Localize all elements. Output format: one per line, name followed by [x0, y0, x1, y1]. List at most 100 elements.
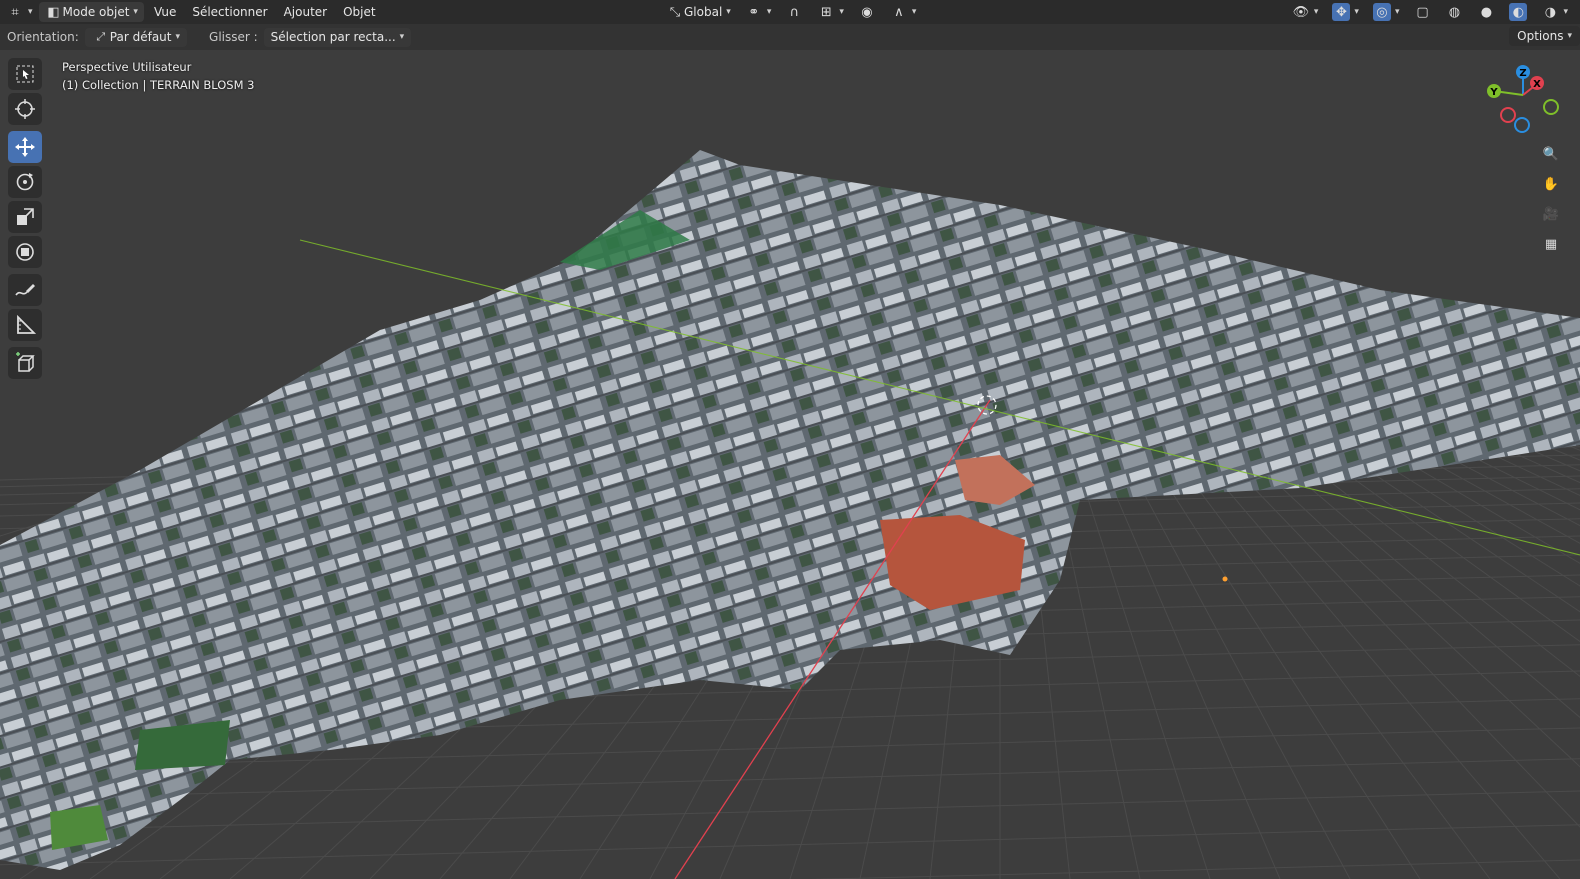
gizmo-toggle[interactable]: ✥ ▾ — [1326, 2, 1365, 22]
transform-tool[interactable] — [8, 236, 42, 268]
viewport-header: ⌗ ▾ ◧ Mode objet ▾ Vue Sélectionner Ajout… — [0, 0, 1580, 24]
drag-mode-dropdown[interactable]: Sélection par recta... ▾ — [263, 27, 412, 47]
cursor-icon — [15, 99, 35, 119]
snap-toggle[interactable]: ∩ — [779, 2, 809, 22]
shading-wireframe-button[interactable]: ◍ — [1439, 2, 1469, 22]
move-arrows-icon — [15, 137, 35, 157]
magnet-icon: ∩ — [789, 4, 800, 20]
chevron-down-icon: ▾ — [1313, 7, 1319, 17]
chevron-down-icon: ▾ — [28, 7, 33, 17]
wireframe-sphere-icon: ◍ — [1448, 4, 1461, 20]
gizmo-neg-z-axis[interactable] — [1514, 117, 1530, 133]
chevron-down-icon: ▾ — [1394, 7, 1400, 17]
gizmo-y-label: Y — [1489, 87, 1498, 98]
3d-viewport[interactable]: ⌗ ▾ ◧ Mode objet ▾ Vue Sélectionner Ajout… — [0, 0, 1580, 879]
camera-view-button[interactable]: 🎥 — [1538, 201, 1564, 227]
shading-rendered-button[interactable]: ◑ ▾ — [1535, 2, 1574, 22]
move-tool[interactable] — [8, 131, 42, 163]
select-box-tool[interactable] — [8, 58, 42, 90]
scene-canvas — [0, 150, 1580, 879]
transform-orientation-dropdown[interactable]: ⤡ Global ▾ — [660, 2, 737, 22]
proportional-edit-toggle[interactable]: ◉ — [852, 2, 882, 22]
pivot-icon: ⚭ — [748, 4, 760, 20]
object-mode-icon: ◧ — [47, 4, 60, 20]
menu-objet[interactable]: Objet — [337, 2, 381, 22]
perspective-toggle-button[interactable]: ▦ — [1538, 231, 1564, 257]
chevron-down-icon: ▾ — [399, 32, 405, 42]
overlay-toggle[interactable]: ◎ ▾ — [1367, 2, 1406, 22]
options-label: Options — [1517, 29, 1564, 43]
mode-selector[interactable]: ◧ Mode objet ▾ — [38, 2, 144, 22]
orientation-settings-label: Orientation: — [7, 30, 79, 44]
grid-perspective-icon: ▦ — [1544, 236, 1558, 252]
scale-icon — [17, 208, 34, 225]
proportional-edit-icon: ◉ — [861, 4, 873, 20]
zoom-button[interactable]: 🔍 — [1538, 141, 1564, 167]
add-cube-tool[interactable] — [8, 347, 42, 379]
add-cube-icon — [16, 352, 35, 372]
orientation-default-value: Par défaut — [109, 30, 172, 44]
ruler-icon — [17, 314, 36, 334]
xray-toggle[interactable]: ▢ — [1407, 2, 1437, 22]
solid-sphere-icon: ● — [1480, 4, 1493, 20]
menu-vue[interactable]: Vue — [148, 2, 182, 22]
menu-ajouter[interactable]: Ajouter — [278, 2, 334, 22]
snap-increment-icon: ⊞ — [820, 4, 832, 20]
shading-solid-button[interactable]: ● — [1471, 2, 1501, 22]
measure-tool[interactable] — [8, 309, 42, 341]
xray-icon: ▢ — [1416, 4, 1429, 20]
pencil-icon — [15, 284, 35, 296]
gizmo-neg-x-axis[interactable] — [1500, 107, 1516, 123]
gizmo-x-label: X — [1533, 79, 1541, 90]
falloff-dropdown[interactable]: ∧ ▾ — [884, 2, 923, 22]
snap-target-dropdown[interactable]: ⊞ ▾ — [811, 2, 850, 22]
overlay-icon: ◎ — [1372, 3, 1391, 21]
orientation-default-dropdown[interactable]: ⤢ Par défaut ▾ — [84, 27, 188, 47]
viewport-display-controls: 👁 ▾ ✥ ▾ ◎ ▾ ▢ ◍ ● ◐ ◑ ▾ — [1286, 2, 1574, 22]
drag-label: Glisser : — [209, 30, 258, 44]
rotate-icon — [16, 173, 34, 191]
menu-selectionner[interactable]: Sélectionner — [186, 2, 273, 22]
drag-mode-value: Sélection par recta... — [270, 30, 396, 44]
transform-controls: ⤡ Global ▾ ⚭ ▾ ∩ ⊞ ▾ ◉ ∧ ▾ — [660, 2, 922, 22]
gizmo-z-label: Z — [1519, 68, 1526, 79]
chevron-down-icon: ▾ — [133, 7, 138, 17]
viewport-info-overlay: Perspective Utilisateur (1) Collection |… — [62, 58, 254, 94]
gizmo-icon: ✥ — [1332, 3, 1351, 21]
view-name: Perspective Utilisateur — [62, 60, 192, 74]
object-origin[interactable] — [1222, 576, 1228, 582]
navigation-gizmo[interactable]: Z X Y — [1484, 62, 1564, 138]
collection-info: (1) Collection | TERRAIN BLOSM 3 — [62, 78, 255, 92]
chevron-down-icon: ▾ — [1354, 7, 1359, 17]
tool-settings-bar: Orientation: ⤢ Par défaut ▾ Glisser : Sé… — [0, 24, 1580, 50]
orientation-icon: ⤡ — [669, 4, 681, 20]
rendered-sphere-icon: ◑ — [1544, 4, 1557, 20]
visibility-dropdown[interactable]: 👁 ▾ — [1286, 2, 1325, 22]
eye-icon: 👁 — [1292, 4, 1310, 20]
pivot-point-dropdown[interactable]: ⚭ ▾ — [739, 2, 778, 22]
rotate-tool[interactable] — [8, 166, 42, 198]
falloff-curve-icon: ∧ — [894, 4, 904, 20]
chevron-down-icon: ▾ — [766, 7, 772, 17]
annotate-tool[interactable] — [8, 274, 42, 306]
mode-label: Mode objet — [62, 5, 130, 19]
cursor-tool[interactable] — [8, 93, 42, 125]
chevron-down-icon: ▾ — [911, 7, 917, 17]
transform-icon — [16, 243, 34, 261]
pan-button[interactable]: ✋ — [1538, 171, 1564, 197]
material-sphere-icon: ◐ — [1509, 3, 1528, 21]
orientation-label: Global — [684, 5, 723, 19]
hand-icon: ✋ — [1542, 176, 1560, 192]
editor-type-button[interactable]: ⌗ ▾ — [0, 2, 39, 22]
chevron-down-icon: ▾ — [726, 7, 731, 17]
shading-material-button[interactable]: ◐ — [1503, 2, 1533, 22]
zoom-icon: 🔍 — [1542, 146, 1560, 162]
editor-type-icon: ⌗ — [11, 4, 19, 20]
scale-tool[interactable] — [8, 201, 42, 233]
options-dropdown[interactable]: Options ▾ — [1509, 26, 1580, 46]
chevron-down-icon: ▾ — [175, 32, 181, 42]
gizmo-neg-y-axis[interactable] — [1543, 99, 1559, 115]
orientation-axes-icon: ⤢ — [96, 30, 106, 43]
chevron-down-icon: ▾ — [1567, 31, 1572, 41]
chevron-down-icon: ▾ — [1563, 7, 1568, 17]
